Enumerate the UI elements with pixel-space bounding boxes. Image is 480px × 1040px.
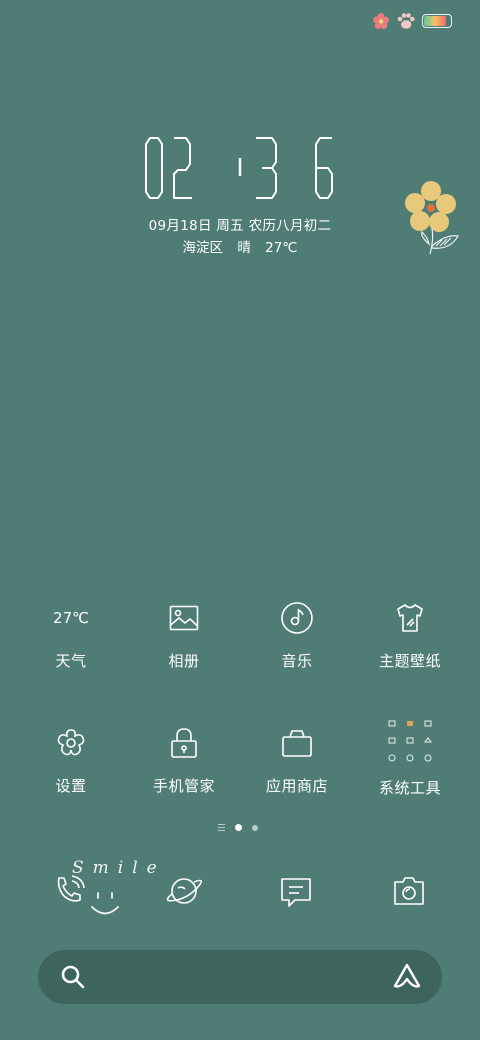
tools-folder-icon — [382, 713, 438, 769]
status-bar — [372, 10, 452, 32]
app-music[interactable]: 音乐 — [242, 598, 352, 671]
lock-icon — [164, 723, 204, 763]
battery-level — [424, 16, 447, 26]
settings-flower-icon — [51, 723, 91, 763]
search-bar[interactable] — [38, 950, 442, 1004]
app-label: 设置 — [55, 777, 87, 795]
gallery-icon — [164, 598, 204, 638]
weather-temperature: 27℃ — [265, 240, 298, 256]
app-system-tools[interactable]: 系统工具 — [355, 713, 465, 798]
theme-shirt-icon — [390, 598, 430, 638]
app-label: 应用商店 — [265, 777, 328, 795]
app-label: 系统工具 — [378, 779, 441, 797]
smile-face-icon — [91, 892, 119, 915]
search-icon[interactable] — [60, 964, 86, 990]
weather-condition: 晴 — [237, 240, 251, 256]
app-label: 音乐 — [281, 652, 313, 670]
camera-icon[interactable] — [389, 871, 429, 911]
app-settings[interactable]: 设置 — [16, 723, 126, 796]
battery-icon — [422, 14, 452, 28]
app-label: 天气 — [55, 652, 87, 670]
paw-icon — [397, 13, 415, 29]
clock-widget[interactable]: 02 36 — [130, 128, 350, 208]
weather-location: 海淀区 — [182, 240, 224, 256]
store-bag-icon — [277, 723, 317, 763]
app-weather[interactable]: 27℃ 天气 — [16, 598, 126, 671]
page-dot[interactable] — [252, 824, 258, 831]
app-label: 主题壁纸 — [378, 652, 441, 670]
app-label: 手机管家 — [152, 777, 215, 795]
clock-digit — [145, 137, 163, 199]
app-label: 相册 — [168, 652, 200, 670]
app-themes[interactable]: 主题壁纸 — [355, 598, 465, 671]
clock-digit — [256, 137, 277, 199]
app-phone-manager[interactable]: 手机管家 — [129, 723, 239, 796]
flower-decoration — [405, 181, 459, 255]
flower-icon — [373, 13, 389, 29]
page-list-icon[interactable] — [218, 824, 225, 831]
messages-icon[interactable] — [276, 872, 316, 912]
music-icon — [277, 598, 317, 638]
page-indicator[interactable] — [218, 824, 258, 831]
weather-icon: 27℃ — [53, 609, 89, 627]
browser-planet-icon[interactable] — [164, 871, 204, 911]
phone-icon[interactable] — [50, 870, 90, 910]
app-store[interactable]: 应用商店 — [242, 723, 352, 796]
assistant-icon[interactable] — [392, 962, 422, 990]
clock-digit — [315, 137, 333, 199]
app-gallery[interactable]: 相册 — [129, 598, 239, 671]
page-dot-active[interactable] — [235, 824, 242, 831]
clock-digit — [173, 137, 192, 199]
